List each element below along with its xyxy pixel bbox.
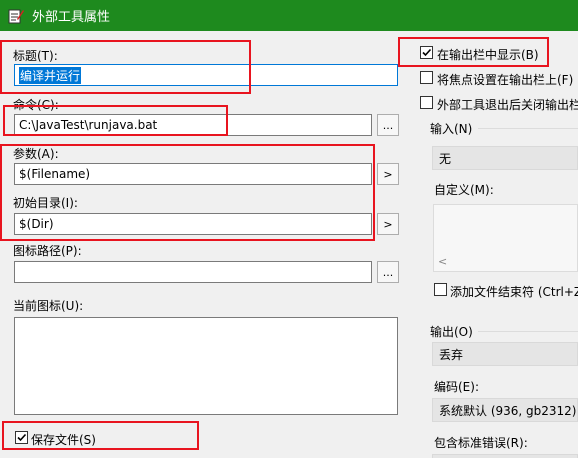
initdir-insert-button[interactable]: > <box>377 213 399 235</box>
command-input-value: C:\JavaTest\runjava.bat <box>19 118 158 132</box>
command-input[interactable]: C:\JavaTest\runjava.bat <box>14 114 372 136</box>
input-group-label: 输入(N) <box>430 122 473 136</box>
iconpath-browse-button[interactable]: ... <box>377 261 399 283</box>
close-on-exit-checkbox[interactable] <box>420 96 433 109</box>
command-browse-button[interactable]: ... <box>377 114 399 136</box>
input-group-line <box>478 128 578 129</box>
initdir-insert-label: > <box>383 217 393 231</box>
focus-output-checkbox[interactable] <box>420 71 433 84</box>
output-select-value: 丢弃 <box>439 347 464 362</box>
stderr-select[interactable] <box>432 454 578 458</box>
dialog-body: 标题(T): 编译并运行 命令(C): C:\JavaTest\runjava.… <box>0 31 578 458</box>
args-label: 参数(A): <box>13 147 59 161</box>
title-label: 标题(T): <box>13 49 58 63</box>
checkmark-icon <box>422 48 432 57</box>
output-group-line <box>478 331 578 332</box>
initdir-label: 初始目录(I): <box>13 196 78 210</box>
checkmark-icon <box>17 433 27 442</box>
initdir-input[interactable]: $(Dir) <box>14 213 372 235</box>
currenticon-preview <box>14 317 398 415</box>
scroll-left-icon[interactable]: < <box>438 255 447 268</box>
notepad-pen-icon <box>8 9 24 23</box>
save-file-checkbox[interactable] <box>15 431 28 444</box>
title-bar: 外部工具属性 <box>0 0 578 31</box>
add-eof-checkbox[interactable] <box>434 283 447 296</box>
close-on-exit-label: 外部工具退出后关闭输出栏 <box>437 98 578 112</box>
encoding-select-value: 系统默认 (936, gb2312) <box>439 403 577 418</box>
output-select[interactable]: 丢弃 <box>432 342 578 366</box>
show-in-output-label: 在输出栏中显示(B) <box>437 48 539 62</box>
args-insert-label: > <box>383 167 393 181</box>
input-select-value: 无 <box>439 151 452 166</box>
iconpath-browse-label: ... <box>382 265 394 279</box>
output-group-label: 输出(O) <box>430 325 473 339</box>
command-label: 命令(C): <box>13 98 59 112</box>
focus-output-label: 将焦点设置在输出栏上(F) <box>437 73 574 87</box>
show-in-output-checkbox[interactable] <box>420 46 433 59</box>
args-insert-button[interactable]: > <box>377 163 399 185</box>
iconpath-input[interactable] <box>14 261 372 283</box>
initdir-input-value: $(Dir) <box>19 217 54 231</box>
window-title: 外部工具属性 <box>32 10 111 25</box>
add-eof-label: 添加文件结束符 (Ctrl+Z, <box>450 285 578 299</box>
title-input-value: 编译并运行 <box>19 66 82 84</box>
custom-label: 自定义(M): <box>434 183 494 197</box>
encoding-select[interactable]: 系统默认 (936, gb2312) <box>432 398 578 422</box>
args-input-value: $(Filename) <box>19 167 91 181</box>
encoding-label: 编码(E): <box>434 380 479 394</box>
currenticon-label: 当前图标(U): <box>13 299 84 313</box>
custom-input[interactable]: < <box>433 204 578 272</box>
title-input[interactable]: 编译并运行 <box>14 64 398 86</box>
save-file-label: 保存文件(S) <box>31 433 96 447</box>
args-input[interactable]: $(Filename) <box>14 163 372 185</box>
stderr-label: 包含标准错误(R): <box>434 436 528 450</box>
command-browse-label: ... <box>382 118 394 132</box>
input-select[interactable]: 无 <box>432 146 578 170</box>
iconpath-label: 图标路径(P): <box>13 244 82 258</box>
